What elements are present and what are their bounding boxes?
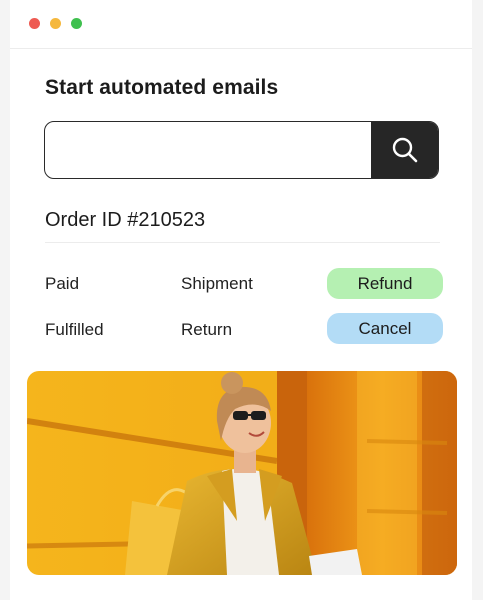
cancel-button[interactable]: Cancel — [327, 313, 443, 344]
status-fulfilled: Fulfilled — [45, 320, 104, 339]
refund-button[interactable]: Refund — [327, 268, 443, 299]
title-bar — [10, 0, 472, 49]
app-window: Start automated emails Order ID #210523 … — [10, 0, 472, 600]
maximize-window-button[interactable] — [71, 18, 82, 29]
page-title: Start automated emails — [45, 76, 279, 99]
search-input[interactable] — [45, 122, 371, 178]
search-icon — [392, 137, 417, 163]
divider — [45, 242, 440, 243]
status-return: Return — [181, 320, 233, 339]
minimize-window-button[interactable] — [50, 18, 61, 29]
shopping-woman-image — [27, 371, 457, 575]
order-id-title: Order ID #210523 — [45, 209, 206, 231]
product-photo — [27, 371, 457, 575]
close-window-button[interactable] — [29, 18, 40, 29]
search-bar — [44, 121, 439, 179]
search-button[interactable] — [371, 122, 438, 178]
status-shipment: Shipment — [181, 274, 253, 293]
status-paid: Paid — [45, 274, 80, 293]
